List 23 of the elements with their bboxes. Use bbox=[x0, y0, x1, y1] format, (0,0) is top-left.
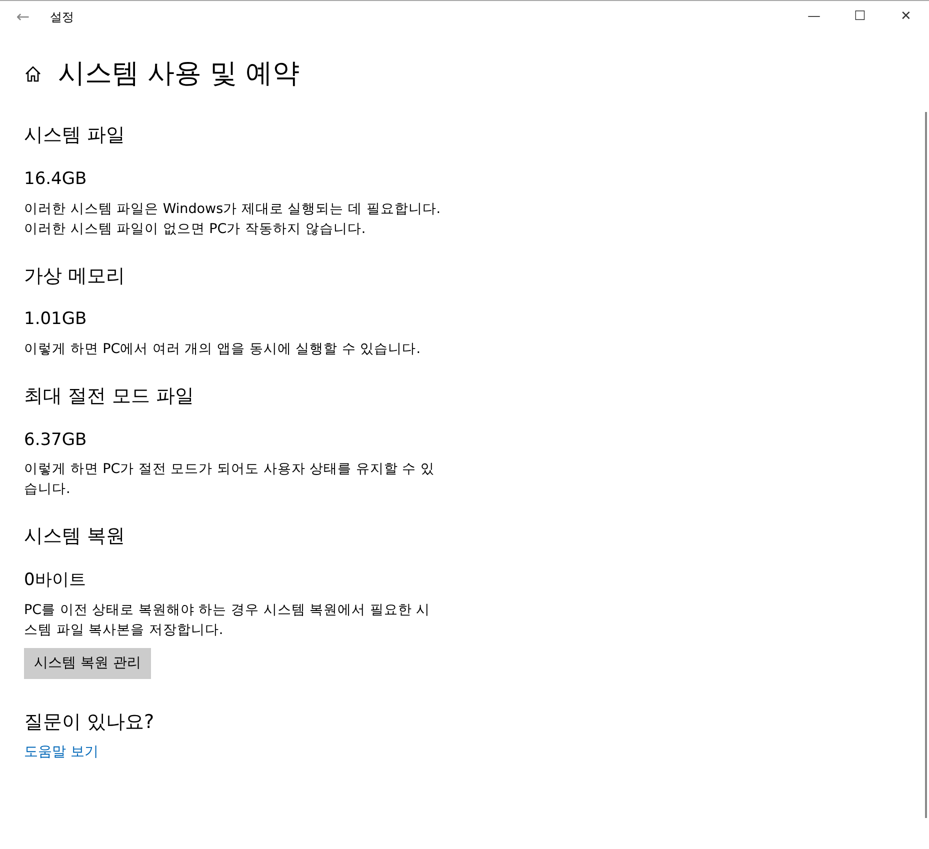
size-value: 1.01GB bbox=[24, 308, 88, 332]
section-heading: 시스템 복원 bbox=[24, 525, 126, 548]
section-heading: 최대 절전 모드 파일 bbox=[24, 384, 196, 408]
window-title: 설정 bbox=[50, 8, 74, 26]
close-button[interactable]: ✕ bbox=[883, 1, 929, 32]
minimize-button[interactable]: — bbox=[791, 1, 837, 32]
help-heading: 질문이 있나요? bbox=[24, 710, 156, 734]
description: 이렇게 하면 PC가 절전 모드가 되어도 사용자 상태를 유지할 수 있 습니다. bbox=[24, 460, 436, 500]
section-heading: 가상 메모리 bbox=[24, 264, 126, 288]
size-value: 0바이트 bbox=[24, 569, 87, 592]
home-icon[interactable] bbox=[24, 65, 42, 84]
help-link[interactable]: 도움말 보기 bbox=[24, 744, 98, 760]
section-heading: 시스템 파일 bbox=[24, 124, 126, 148]
scrollbar[interactable] bbox=[925, 112, 927, 818]
description: 이러한 시스템 파일은 Windows가 제대로 실행되는 데 필요합니다. 이러한 시스템 파일이 없으면 PC가 작동하지 않습니다. bbox=[24, 200, 442, 239]
description: 이렇게 하면 PC에서 여러 개의 앱을 동시에 실행할 수 있습니다. bbox=[24, 340, 422, 359]
page-title: 시스템 사용 및 예약 bbox=[58, 58, 300, 90]
size-value: 6.37GB bbox=[24, 428, 88, 452]
back-button[interactable]: ← bbox=[0, 1, 46, 32]
description: PC를 이전 상태로 복원해야 하는 경우 시스템 복원에서 필요한 시 스템 파일 복사본을 저장합니다. bbox=[24, 600, 432, 640]
maximize-button[interactable]: ☐ bbox=[837, 1, 883, 32]
size-value: 16.4GB bbox=[24, 168, 88, 192]
manage-restore-button[interactable]: 시스템 복원 관리 bbox=[24, 648, 151, 679]
